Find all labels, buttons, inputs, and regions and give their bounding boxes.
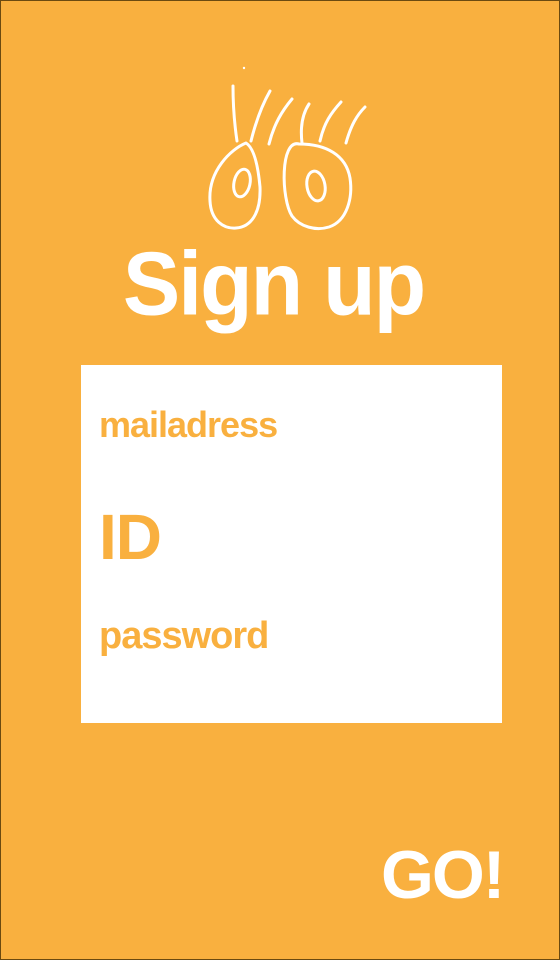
googly-eyes-logo-icon xyxy=(196,61,376,241)
password-field-label[interactable]: password xyxy=(99,617,269,655)
page-title: Sign up xyxy=(122,233,426,335)
id-field-label[interactable]: ID xyxy=(99,505,162,569)
signup-form-card: mailadress ID password xyxy=(81,365,502,723)
go-button[interactable]: GO! xyxy=(381,835,505,915)
signup-screen: Sign up mailadress ID password GO! xyxy=(0,0,560,960)
mail-address-field-label[interactable]: mailadress xyxy=(99,407,278,443)
